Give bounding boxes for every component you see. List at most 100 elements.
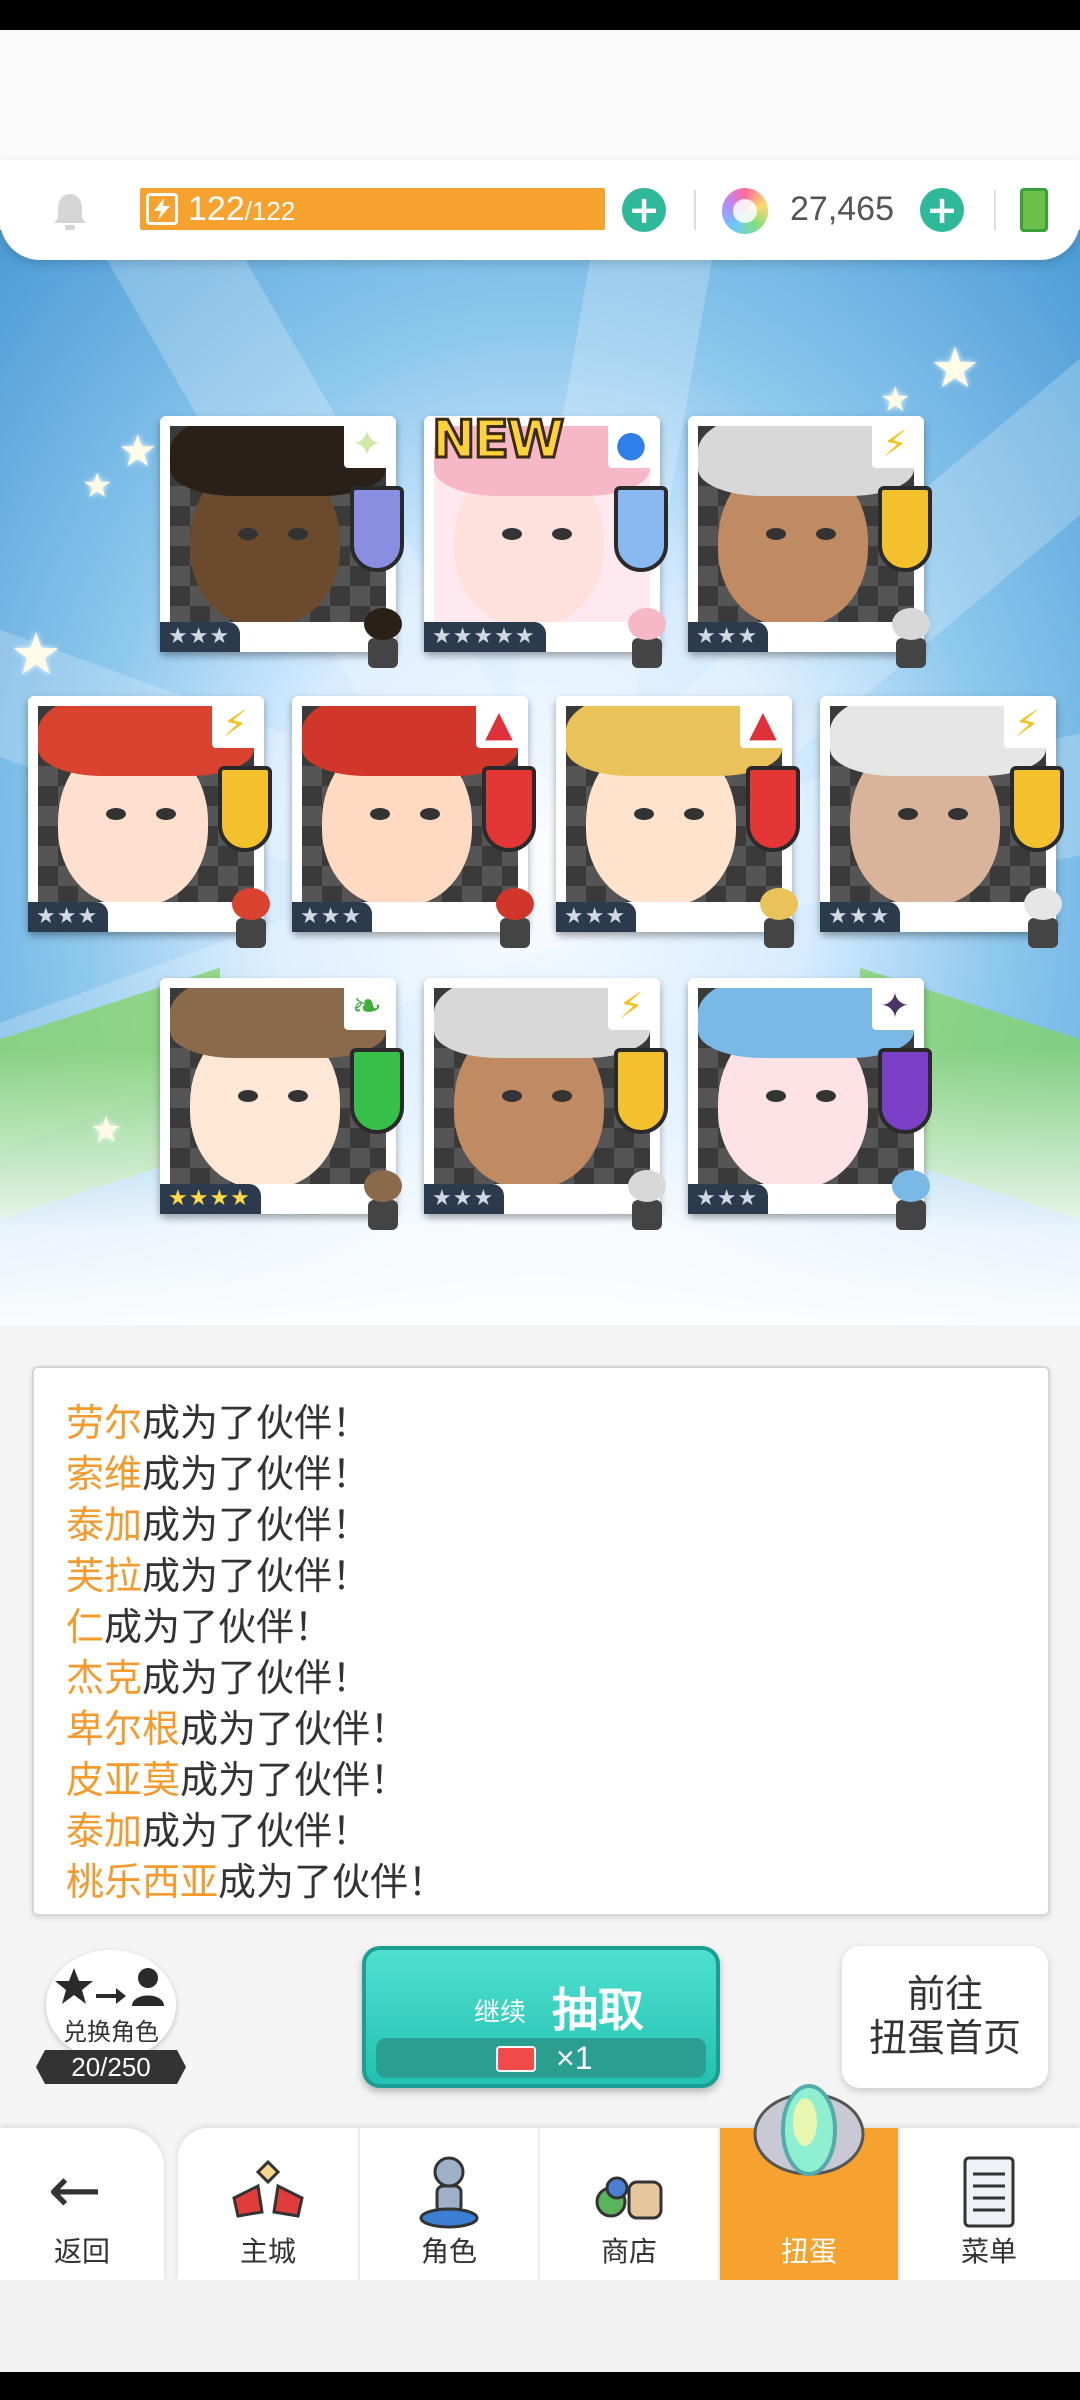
chibi-sprite-icon (356, 608, 410, 672)
rarity-stars: ★★★ (424, 1184, 505, 1214)
result-card[interactable]: ★★★ ⚡ (820, 696, 1064, 948)
log-entry: 桃乐西亚成为了伙伴！ (34, 1857, 1048, 1908)
weapon-shield-icon (1010, 766, 1064, 852)
result-card[interactable]: ★★★ ⚡ (424, 978, 668, 1230)
lightning-element-icon: ⚡ (1004, 702, 1050, 748)
chibi-sprite-icon (752, 888, 806, 952)
eye (766, 528, 786, 540)
result-card[interactable]: ★★★ ▲ (292, 696, 536, 948)
eye (370, 808, 390, 820)
log-suffix: 成为了伙伴！ (142, 1503, 371, 1547)
continue-label: 继续 (474, 1998, 527, 2028)
result-card[interactable]: ★★★ ✦ (688, 978, 932, 1230)
top-spacer (0, 30, 1080, 160)
energy-value: 122/122 (188, 190, 295, 229)
app-root: 122/122 + 27,465 + ★ ★ ★ ★ ★ ★ ★★★ ✦ ★★★★★… (0, 0, 1080, 2400)
eye (238, 1090, 258, 1102)
town-icon (232, 2159, 304, 2218)
exchange-count: 20/250 (36, 2050, 186, 2084)
character-name: 索维 (66, 1452, 143, 1496)
goto-line-2: 扭蛋首页 (868, 2016, 1021, 2060)
log-suffix: 成为了伙伴！ (218, 1860, 447, 1904)
status-bar (0, 0, 1080, 30)
nav-tabs: 主城 角色 商店 扭蛋 菜单 (178, 2084, 1080, 2280)
nav-tab-characters[interactable]: 角色 (358, 2128, 538, 2280)
result-card[interactable]: ★★★ ⚡ (688, 416, 932, 668)
resource-header: 122/122 + 27,465 + (0, 160, 1080, 260)
result-card[interactable]: ★★★★★ ● NEW (424, 409, 668, 668)
continue-draw-button[interactable]: 继续 抽取 ×1 (362, 1946, 720, 2088)
log-entry: 芙拉成为了伙伴！ (34, 1551, 1048, 1602)
weapon-shield-icon (746, 766, 800, 852)
log-suffix: 成为了伙伴！ (142, 1452, 371, 1496)
eye (552, 1090, 572, 1102)
divider (694, 190, 696, 230)
nav-tab-gacha[interactable]: 扭蛋 (718, 2084, 898, 2280)
shop-icon (595, 2176, 663, 2220)
nav-tab-menu[interactable]: 菜单 (898, 2128, 1078, 2280)
nav-tab-town[interactable]: 主城 (178, 2128, 358, 2280)
chibi-body (764, 918, 794, 948)
log-suffix: 成为了伙伴！ (104, 1605, 333, 1649)
chibi-head (364, 1170, 402, 1202)
eye (552, 528, 572, 540)
rarity-stars: ★★★ (292, 902, 373, 932)
result-card[interactable]: ★★★ ⚡ (28, 696, 272, 948)
back-button[interactable]: ← 返回 (0, 2128, 164, 2280)
eye (816, 1090, 836, 1102)
character-name: 劳尔 (66, 1401, 143, 1445)
eye (948, 808, 968, 820)
chibi-sprite-icon (620, 1170, 674, 1234)
chibi-sprite-icon (1016, 888, 1070, 952)
eye (420, 808, 440, 820)
bottom-nav: ← 返回 主城 角色 商店 扭蛋 菜单 (0, 2084, 1080, 2280)
draw-cost: ×1 (556, 2040, 593, 2076)
result-card[interactable]: ★★★ ▲ (556, 696, 800, 948)
star-sparkle: ★ (90, 1110, 123, 1151)
chibi-body (896, 638, 926, 668)
log-list: 劳尔成为了伙伴！ 索维成为了伙伴！ 泰加成为了伙伴！ 芙拉成为了伙伴！ 仁成为了伙伴！杰… (34, 1398, 1048, 1908)
lightning-element-icon: ⚡ (608, 984, 654, 1030)
star-sparkle: ★ (118, 426, 158, 477)
rarity-stars: ★★★ (820, 902, 901, 932)
log-suffix: 成为了伙伴！ (142, 1656, 371, 1700)
star-sparkle: ★ (880, 380, 911, 420)
chibi-head (364, 608, 402, 640)
nav-label: 主城 (239, 2235, 296, 2268)
eye (766, 1090, 786, 1102)
nav-label: 扭蛋 (780, 2235, 837, 2268)
eye (502, 528, 522, 540)
chibi-head (892, 608, 930, 640)
log-entry: 泰加成为了伙伴！ (34, 1500, 1048, 1551)
chibi-body (236, 918, 266, 948)
chibi-body (632, 1200, 662, 1230)
acquisition-log[interactable]: 劳尔成为了伙伴！ 索维成为了伙伴！ 泰加成为了伙伴！ 芙拉成为了伙伴！ 仁成为了伙伴！杰… (32, 1366, 1050, 1916)
draw-label: 抽取 (552, 1983, 644, 2037)
light-element-icon: ✦ (344, 422, 390, 468)
gem-count: 27,465 (790, 190, 894, 228)
log-entry: 仁成为了伙伴！ (34, 1602, 1048, 1653)
result-card[interactable]: ★★★★ ❧ (160, 978, 404, 1230)
gacha-gem-icon (753, 2084, 865, 2176)
character-name: 杰克 (66, 1656, 143, 1700)
goto-gacha-home-button[interactable]: 前往 扭蛋首页 (842, 1946, 1048, 2088)
nav-tab-shop[interactable]: 商店 (538, 2128, 718, 2280)
energy-max: /122 (244, 196, 296, 226)
back-arrow-icon: ← (48, 2154, 102, 2228)
result-card[interactable]: ★★★ ✦ (160, 416, 404, 668)
eye (238, 528, 258, 540)
log-entry: 卑尔根成为了伙伴！ (34, 1704, 1048, 1755)
exchange-character-button[interactable]: 兑换角色 20/250 (36, 1950, 186, 2090)
chibi-body (500, 918, 530, 948)
chibi-body (632, 638, 662, 668)
nav-label: 角色 (420, 2235, 477, 2268)
character-name: 芙拉 (66, 1554, 143, 1598)
chibi-head (628, 1170, 666, 1202)
water-element-icon: ● (608, 422, 654, 468)
chibi-body (896, 1200, 926, 1230)
goto-line-1: 前往 (906, 1972, 983, 2016)
add-energy-button[interactable]: + (622, 188, 666, 232)
bell-icon[interactable] (48, 190, 92, 234)
character-name: 泰加 (66, 1809, 143, 1853)
add-gems-button[interactable]: + (920, 188, 964, 232)
